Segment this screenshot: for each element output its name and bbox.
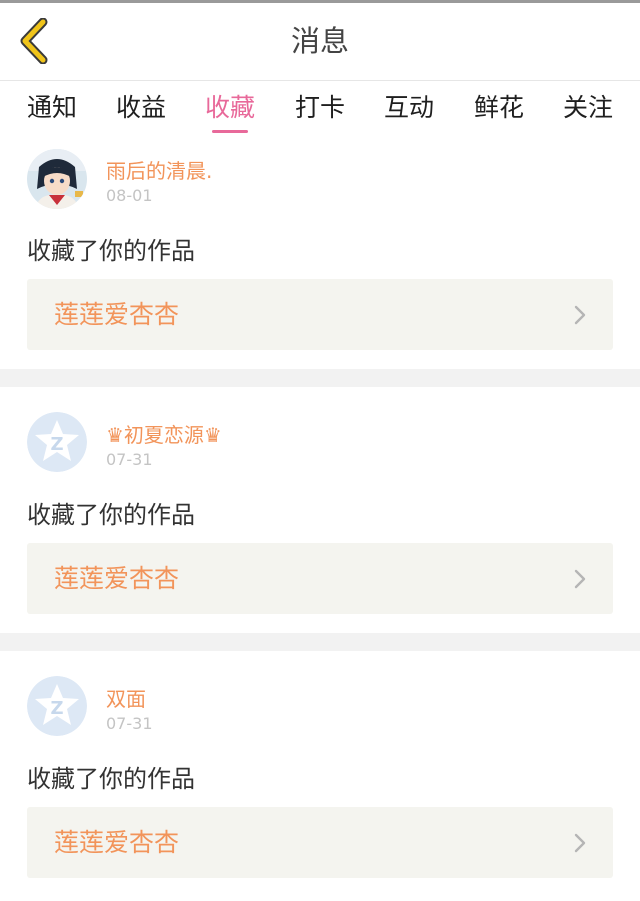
tab-flowers[interactable]: 鲜花 (454, 81, 544, 137)
message-card: Z ♛初夏恋源♛ 07-31 收藏了你的作品 莲莲爱杏杏 (0, 387, 640, 633)
avatar[interactable]: Z (27, 412, 87, 472)
anime-avatar-image (27, 149, 87, 209)
default-avatar-icon: Z (27, 412, 87, 472)
chevron-right-icon (574, 305, 586, 325)
username[interactable]: 雨后的清晨. (106, 155, 212, 184)
separator (0, 633, 640, 651)
work-title: 莲莲爱杏杏 (54, 564, 180, 593)
avatar[interactable] (27, 149, 87, 209)
tab-favorites[interactable]: 收藏 (185, 81, 275, 137)
message-card: Z 双面 07-31 收藏了你的作品 莲莲爱杏杏 (0, 651, 640, 901)
page: 消息 通知 收益 收藏 打卡 互动 鲜花 关注 雨后的清晨. 08-01 收藏了… (0, 0, 640, 901)
tab-interaction[interactable]: 互动 (364, 81, 454, 137)
separator (0, 369, 640, 387)
tab-notifications[interactable]: 通知 (7, 81, 97, 137)
message-date: 07-31 (106, 450, 153, 469)
page-title: 消息 (290, 24, 349, 58)
svg-text:Z: Z (50, 698, 63, 719)
work-link[interactable]: 莲莲爱杏杏 (27, 543, 613, 614)
work-link[interactable]: 莲莲爱杏杏 (27, 807, 613, 878)
header: 消息 (0, 3, 640, 81)
tab-earnings[interactable]: 收益 (96, 81, 186, 137)
action-text: 收藏了你的作品 (27, 501, 195, 529)
work-title: 莲莲爱杏杏 (54, 300, 180, 329)
chevron-left-icon (20, 18, 48, 64)
active-tab-indicator (212, 130, 248, 133)
username[interactable]: 双面 (106, 683, 146, 712)
tab-follow[interactable]: 关注 (543, 81, 633, 137)
message-date: 07-31 (106, 714, 153, 733)
message-card: 雨后的清晨. 08-01 收藏了你的作品 莲莲爱杏杏 (0, 137, 640, 369)
avatar[interactable]: Z (27, 676, 87, 736)
tab-bar: 通知 收益 收藏 打卡 互动 鲜花 关注 (0, 81, 640, 137)
back-button[interactable] (10, 15, 56, 67)
action-text: 收藏了你的作品 (27, 765, 195, 793)
svg-text:Z: Z (50, 434, 63, 455)
username[interactable]: ♛初夏恋源♛ (106, 419, 222, 448)
tab-checkin[interactable]: 打卡 (275, 81, 365, 137)
chevron-right-icon (574, 569, 586, 589)
work-title: 莲莲爱杏杏 (54, 828, 180, 857)
work-link[interactable]: 莲莲爱杏杏 (27, 279, 613, 350)
action-text: 收藏了你的作品 (27, 237, 195, 265)
default-avatar-icon: Z (27, 676, 87, 736)
message-date: 08-01 (106, 186, 153, 205)
chevron-right-icon (574, 833, 586, 853)
